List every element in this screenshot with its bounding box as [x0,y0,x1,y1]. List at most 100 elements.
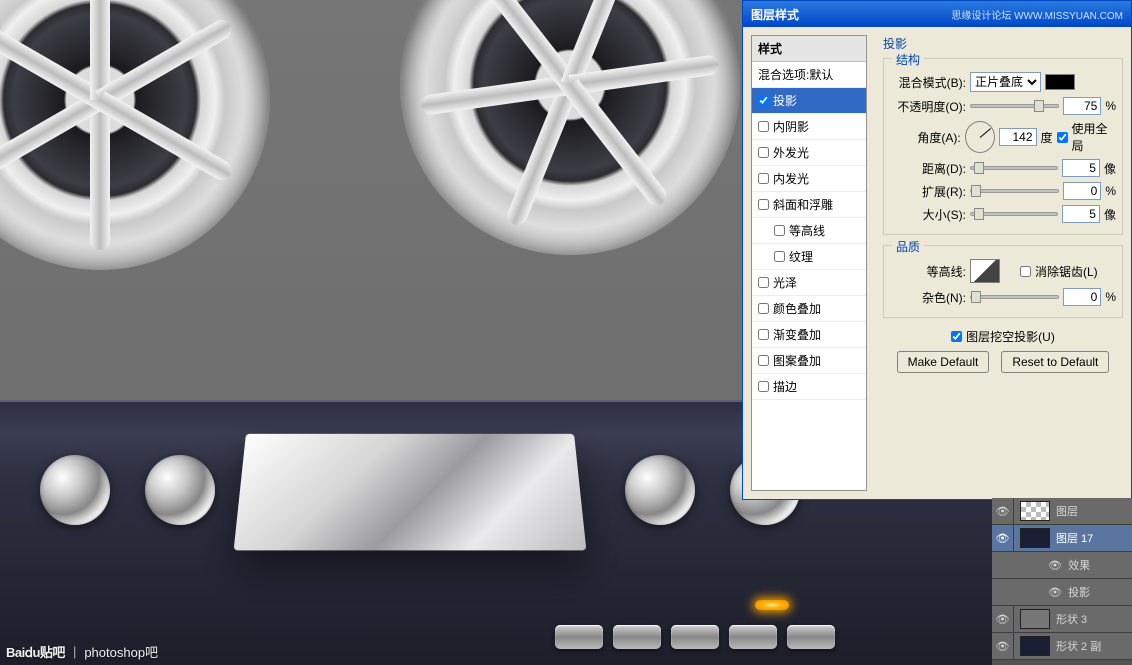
style-checkbox[interactable] [758,355,769,366]
unit-px: 像 [1104,160,1116,177]
layer-thumb [1020,528,1050,548]
style-item-coloroverlay[interactable]: 颜色叠加 [752,296,866,322]
contour-picker[interactable] [970,259,1000,283]
distance-slider[interactable] [970,166,1058,170]
contour-label: 等高线: [894,263,966,280]
visibility-toggle[interactable]: 👁 [992,606,1014,632]
blend-mode-label: 混合模式(B): [894,74,966,91]
spread-label: 扩展(R): [894,183,966,200]
style-item-contour[interactable]: 等高线 [752,218,866,244]
angle-dial[interactable] [965,121,995,153]
layer-label: 形状 3 [1056,611,1087,627]
style-item-bevel[interactable]: 斜面和浮雕 [752,192,866,218]
unit-px: 像 [1104,206,1116,223]
layer-row-selected[interactable]: 👁 图层 17 [992,525,1132,552]
knockout-label: 图层挖空投影(U) [966,328,1055,345]
head-cover [234,434,587,551]
style-checkbox[interactable] [758,303,769,314]
layer-thumb [1020,501,1050,521]
opacity-label: 不透明度(O): [894,98,966,115]
blend-mode-select[interactable]: 正片叠底 [970,72,1041,92]
angle-input[interactable] [999,128,1037,146]
unit-degree: 度 [1041,129,1053,146]
style-item-patoverlay[interactable]: 图案叠加 [752,348,866,374]
style-item-blendopts[interactable]: 混合选项:默认 [752,62,866,88]
knockout-checkbox[interactable] [951,331,962,342]
watermark-sep: | [73,644,76,659]
style-checkbox[interactable] [758,381,769,392]
layer-label: 图层 [1056,503,1078,519]
antialias-checkbox[interactable] [1020,266,1031,277]
make-default-button[interactable]: Make Default [897,351,990,373]
angle-label: 角度(A): [894,129,961,146]
style-item-satin[interactable]: 光泽 [752,270,866,296]
style-checkbox[interactable] [758,199,769,210]
style-item-innerglow[interactable]: 内发光 [752,166,866,192]
layer-thumb [1020,636,1050,656]
effect-label: 投影 [1068,584,1090,600]
style-checkbox[interactable] [758,95,769,106]
style-checkbox[interactable] [774,251,785,262]
capstan-knob [625,455,695,525]
group-label: 结构 [892,51,924,68]
style-item-gradoverlay[interactable]: 渐变叠加 [752,322,866,348]
unit-percent: % [1105,99,1116,113]
noise-label: 杂色(N): [894,289,966,306]
style-checkbox[interactable] [758,329,769,340]
visibility-toggle[interactable]: 👁 [992,498,1014,524]
size-input[interactable] [1062,205,1100,223]
size-slider[interactable] [970,212,1058,216]
tape-reel-left [0,0,270,270]
quality-group: 品质 等高线: 消除锯齿(L) 杂色(N): % [883,245,1123,318]
global-light-label: 使用全局 [1072,120,1116,154]
layer-row-effect-dropshadow[interactable]: 👁 投影 [992,579,1132,606]
size-label: 大小(S): [894,206,966,223]
style-item-stroke[interactable]: 描边 [752,374,866,400]
style-item-outerglow[interactable]: 外发光 [752,140,866,166]
style-item-innershadow[interactable]: 内阴影 [752,114,866,140]
structure-group: 结构 混合模式(B): 正片叠底 不透明度(O): % 角度(A): 度 [883,58,1123,235]
global-light-checkbox[interactable] [1057,132,1068,143]
visibility-toggle[interactable]: 👁 [992,633,1014,659]
layer-label: 图层 17 [1056,530,1093,546]
noise-input[interactable] [1063,288,1101,306]
noise-slider[interactable] [970,295,1059,299]
styles-header: 样式 [752,36,866,62]
opacity-slider[interactable] [970,104,1059,108]
layer-row[interactable]: 👁 形状 3 [992,606,1132,633]
layer-style-dialog: 图层样式 思缘设计论坛 WWW.MISSYUAN.COM 样式 混合选项:默认 … [742,0,1132,500]
layer-row-group[interactable]: 👁 图层 [992,498,1132,525]
style-item-texture[interactable]: 纹理 [752,244,866,270]
capstan-knob [40,455,110,525]
style-item-dropshadow[interactable]: 投影 [752,88,866,114]
unit-percent: % [1105,184,1116,198]
spread-input[interactable] [1063,182,1101,200]
unit-percent: % [1105,290,1116,304]
layer-row-effects[interactable]: 👁 效果 [992,552,1132,579]
dialog-titlebar[interactable]: 图层样式 思缘设计论坛 WWW.MISSYUAN.COM [743,1,1131,27]
group-label: 品质 [892,238,924,255]
layer-row[interactable]: 👁 形状 2 副 [992,633,1132,660]
transport-buttons [555,625,835,649]
style-checkbox[interactable] [758,173,769,184]
led-indicator [755,600,789,610]
watermark-bar-name: photoshop吧 [84,642,158,661]
shadow-color-swatch[interactable] [1045,74,1075,90]
style-checkbox[interactable] [774,225,785,236]
style-checkbox[interactable] [758,147,769,158]
styles-list[interactable]: 样式 混合选项:默认 投影 内阴影 外发光 内发光 斜面和浮雕 等高线 纹理 光… [751,35,867,491]
distance-input[interactable] [1062,159,1100,177]
visibility-toggle[interactable]: 👁 [992,525,1014,551]
layers-panel: 👁 图层 👁 图层 17 👁 效果 👁 投影 👁 形状 3 👁 形状 2 副 [992,498,1132,665]
style-checkbox[interactable] [758,121,769,132]
opacity-input[interactable] [1063,97,1101,115]
spread-slider[interactable] [970,189,1059,193]
dialog-title: 图层样式 [751,6,799,23]
antialias-label: 消除锯齿(L) [1035,263,1098,280]
reset-default-button[interactable]: Reset to Default [1001,351,1109,373]
watermark-logo: Bai𝖽u贴吧 [6,642,65,661]
layer-thumb [1020,609,1050,629]
tape-reel-right [400,0,740,255]
style-checkbox[interactable] [758,277,769,288]
watermark: Bai𝖽u贴吧 | photoshop吧 [6,642,158,661]
